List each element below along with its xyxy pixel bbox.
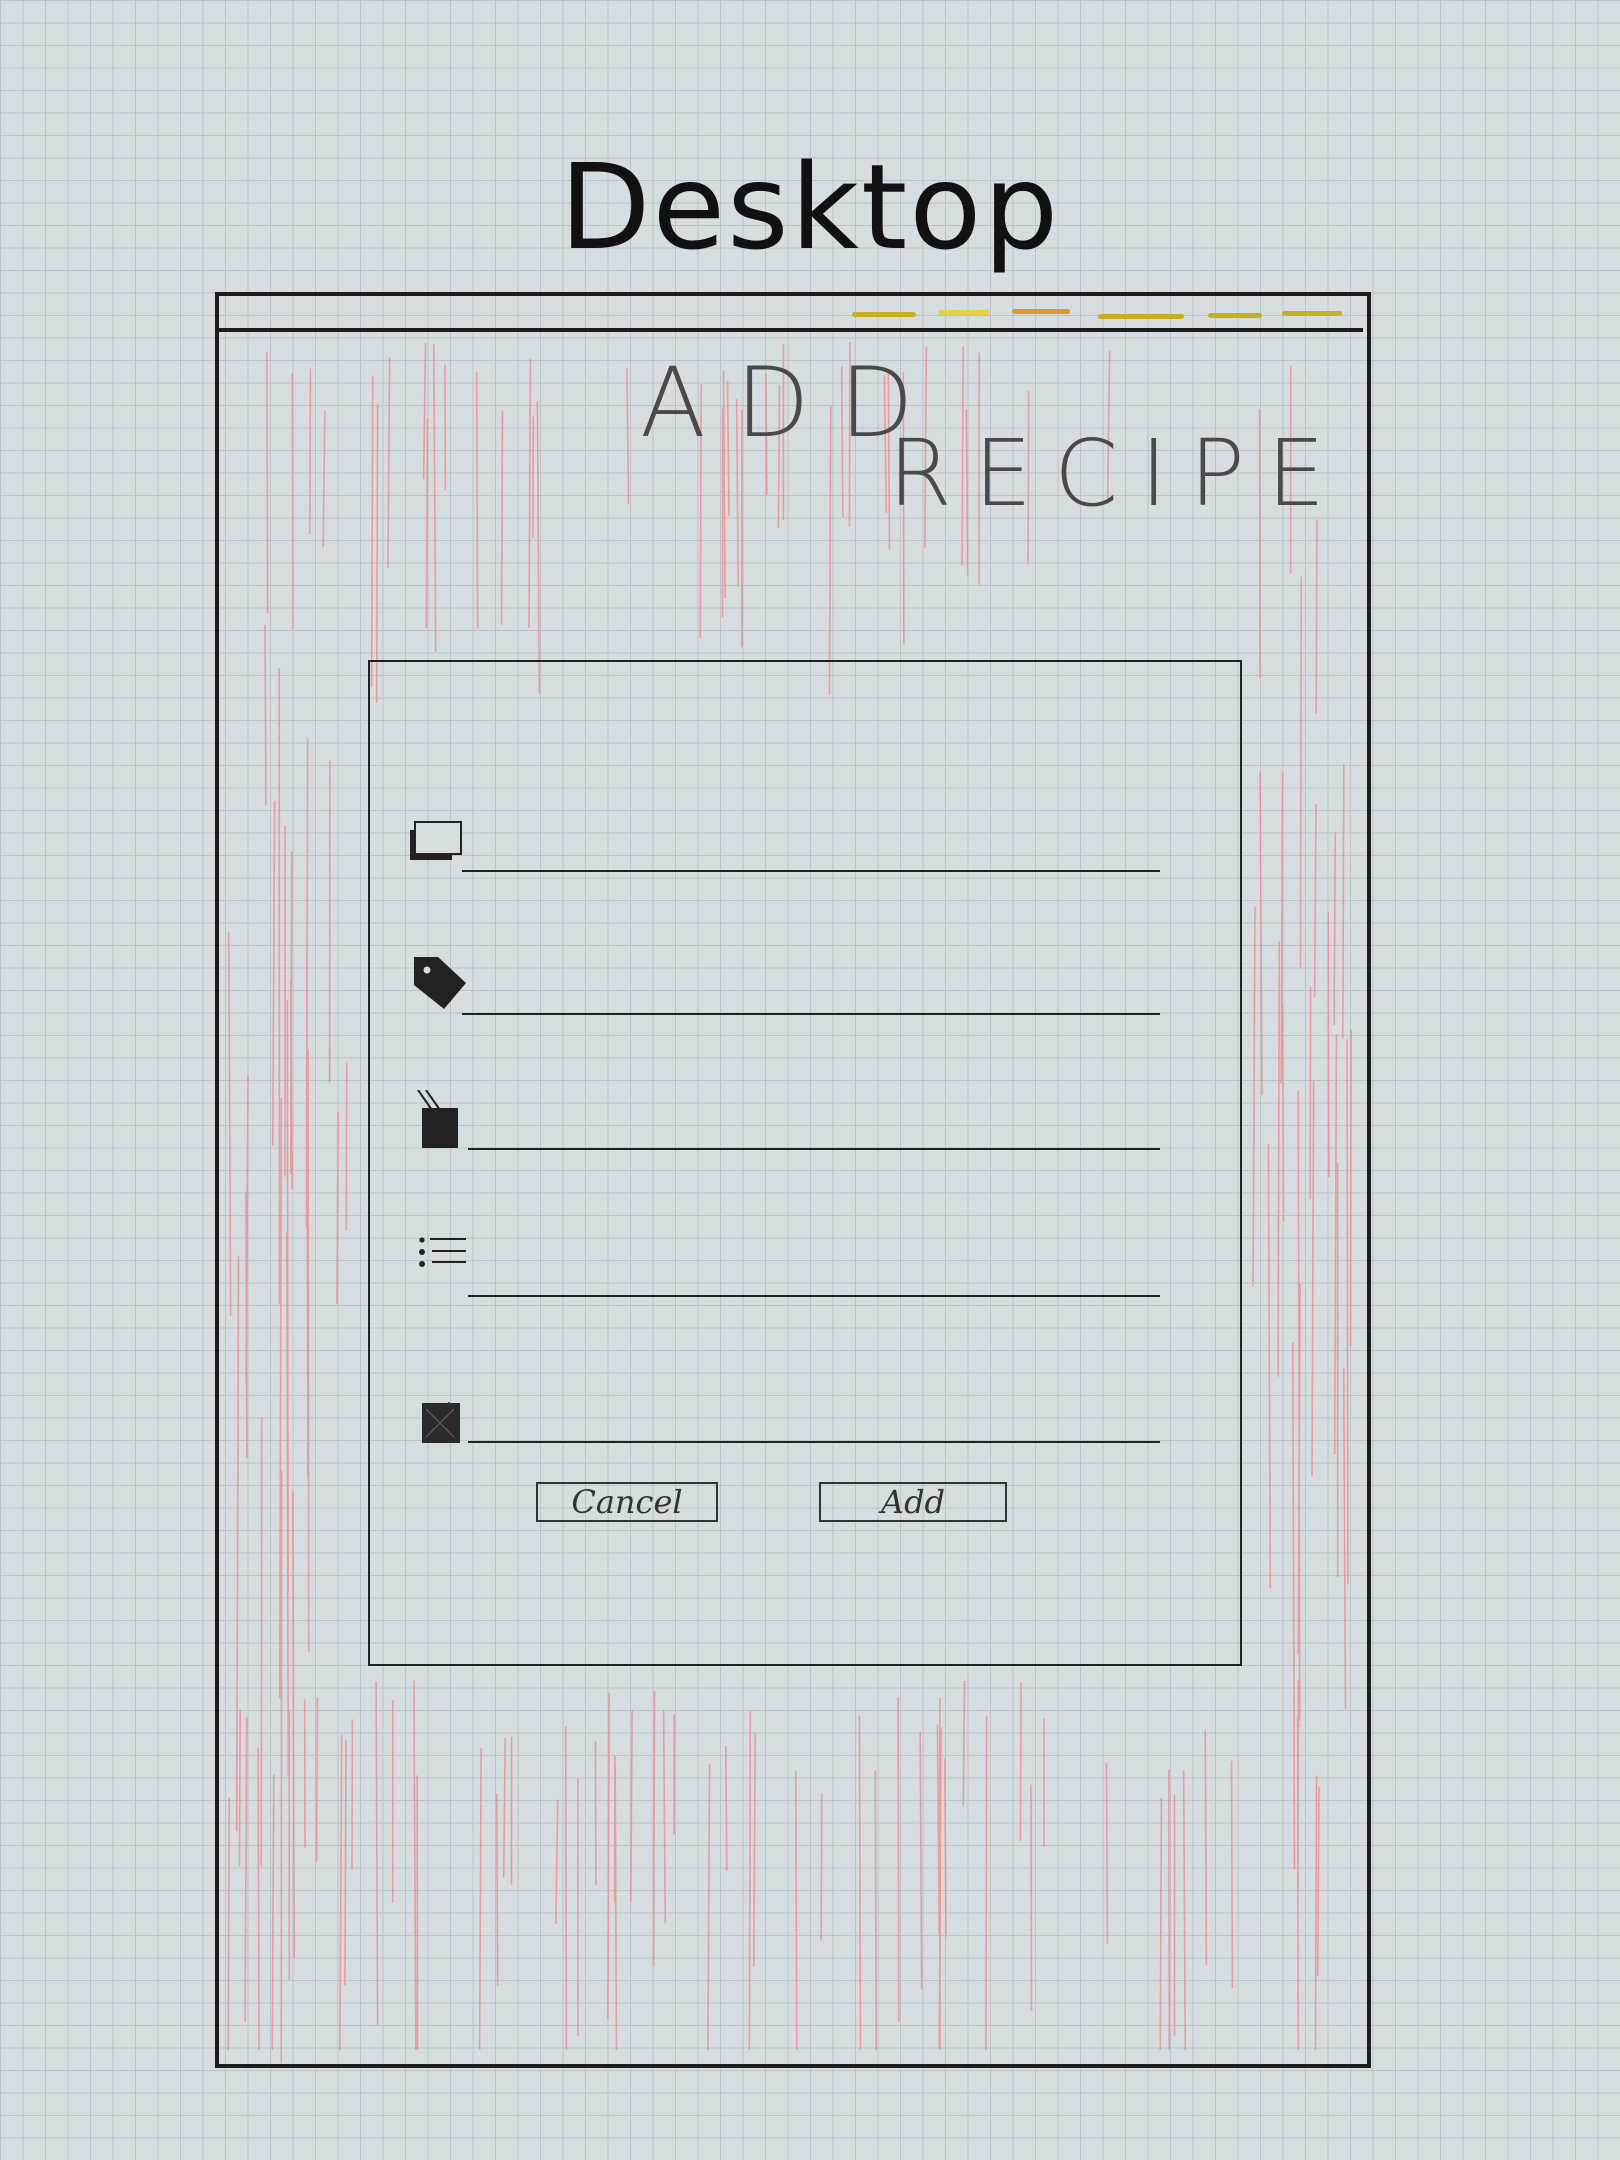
list-icon — [419, 1237, 466, 1267]
recipe-name-underline — [462, 870, 1160, 872]
window-tab-6[interactable] — [1282, 311, 1342, 316]
recipe-name-field — [410, 812, 1160, 872]
add-recipe-dialog — [368, 660, 1242, 1666]
ingredients-list-field — [410, 1237, 1160, 1297]
pot-input[interactable] — [472, 1100, 1154, 1146]
window-tab-4[interactable] — [1098, 314, 1184, 319]
ingredients-underline — [468, 1295, 1160, 1297]
image-icon — [422, 1402, 460, 1443]
page-title: Desktop — [559, 138, 1061, 276]
tag-underline — [462, 1013, 1160, 1015]
image-input[interactable] — [472, 1393, 1154, 1439]
window-tab-2[interactable] — [938, 310, 990, 315]
recipe-name-input[interactable] — [472, 822, 1154, 868]
pot-icon — [417, 1090, 458, 1148]
pot-underline — [468, 1148, 1160, 1150]
window-titlebar-line — [215, 328, 1363, 332]
tag-icon — [414, 957, 466, 1009]
ingredients-input[interactable] — [472, 1247, 1154, 1293]
add-button[interactable]: Add — [819, 1482, 1007, 1522]
tag-input[interactable] — [472, 965, 1154, 1011]
image-underline — [468, 1441, 1160, 1443]
window-icon — [410, 821, 462, 860]
cancel-button[interactable]: Cancel — [536, 1482, 718, 1522]
tag-field — [410, 955, 1160, 1015]
window-tab-1[interactable] — [852, 312, 916, 317]
pot-field — [410, 1090, 1160, 1150]
heading-recipe: RECIPE — [888, 420, 1348, 527]
window-tab-5[interactable] — [1208, 313, 1262, 318]
image-field — [410, 1383, 1160, 1443]
window-tab-3[interactable] — [1012, 309, 1070, 314]
